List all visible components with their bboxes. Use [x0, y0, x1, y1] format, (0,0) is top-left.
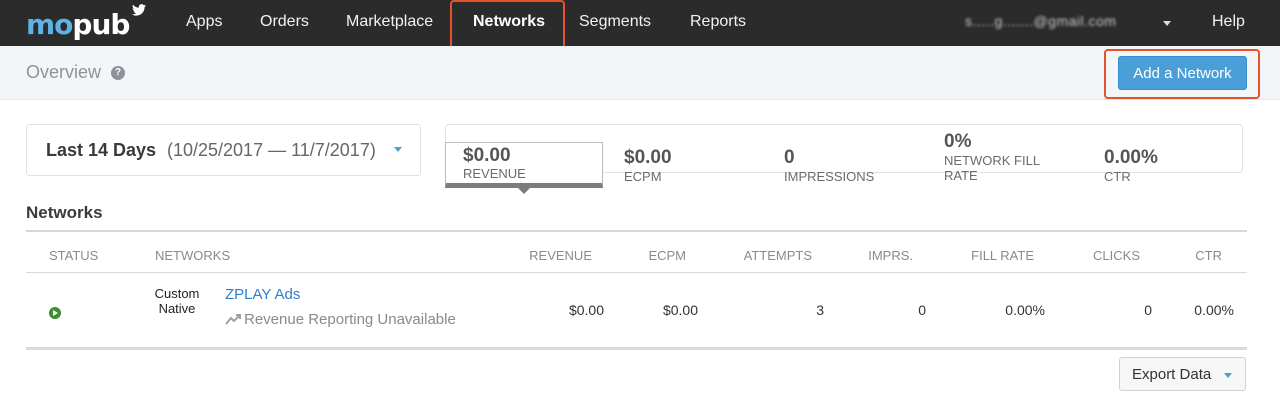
nav-orders[interactable]: Orders [260, 0, 309, 46]
nav-marketplace[interactable]: Marketplace [346, 0, 433, 46]
top-nav: mopub Apps Orders Marketplace Networks S… [0, 0, 1280, 46]
network-name-link[interactable]: ZPLAY Ads [225, 286, 300, 303]
add-network-highlight [1104, 49, 1260, 99]
column-header-fill-rate[interactable]: FILL RATE [971, 248, 1034, 263]
trend-chart-icon [225, 314, 241, 325]
column-header-networks[interactable]: NETWORKS [155, 248, 230, 263]
mopub-logo[interactable]: mopub [26, 4, 146, 41]
chevron-down-icon [1224, 373, 1232, 378]
column-header-ecpm[interactable]: ECPM [648, 248, 686, 263]
stat-label: IMPRESSIONS [784, 169, 875, 184]
column-header-ctr[interactable]: CTR [1195, 248, 1222, 263]
stat-label: REVENUE [463, 166, 526, 181]
overview-header: Overview ? Add a Network [0, 46, 1280, 100]
stat-value: 0% [944, 131, 972, 152]
revenue-reporting-status: Revenue Reporting Unavailable [225, 311, 456, 328]
stat-value: 0 [784, 147, 795, 168]
cell-imprs: 0 [918, 302, 926, 318]
stat-value: $0.00 [624, 147, 672, 168]
revenue-reporting-text: Revenue Reporting Unavailable [244, 311, 456, 328]
stat-ecpm[interactable]: $0.00 ECPM [624, 147, 672, 184]
selected-stat-arrow [517, 187, 531, 194]
twitter-bird-icon [132, 4, 146, 16]
nav-segments[interactable]: Segments [579, 0, 651, 46]
stat-network-fill-rate[interactable]: 0% NETWORK FILL RATE [944, 131, 1064, 183]
cell-revenue: $0.00 [568, 302, 604, 318]
column-header-clicks[interactable]: CLICKS [1093, 248, 1140, 263]
divider [26, 272, 1247, 273]
column-header-status[interactable]: STATUS [49, 248, 98, 263]
stat-label: ECPM [624, 169, 662, 184]
networks-tab-highlight [450, 0, 565, 49]
network-type: Custom Native [154, 286, 200, 316]
divider [26, 347, 1247, 350]
export-data-label: Export Data [1132, 366, 1212, 383]
play-icon[interactable] [49, 307, 61, 319]
cell-ecpm: $0.00 [662, 302, 698, 318]
help-icon[interactable]: ? [111, 66, 125, 80]
stat-label: NETWORK FILL RATE [944, 153, 1040, 183]
cell-attempts: 3 [816, 302, 824, 318]
column-header-revenue[interactable]: REVENUE [529, 248, 592, 263]
chevron-down-icon[interactable] [1163, 21, 1171, 26]
nav-reports[interactable]: Reports [690, 0, 746, 46]
cell-ctr: 0.00% [1194, 302, 1234, 318]
nav-help[interactable]: Help [1212, 0, 1245, 46]
divider [26, 230, 1247, 232]
stat-value: 0.00% [1104, 147, 1158, 168]
column-header-imprs[interactable]: IMPRS. [868, 248, 913, 263]
cell-fill-rate: 0.00% [1005, 302, 1045, 318]
stat-label: CTR [1104, 169, 1131, 184]
date-range-label: Last 14 Days [46, 140, 157, 160]
export-data-button[interactable]: Export Data [1119, 357, 1246, 391]
stat-value: $0.00 [463, 145, 511, 166]
stat-impressions[interactable]: 0 IMPRESSIONS [784, 147, 874, 184]
logo-text-mo: mo [26, 8, 73, 41]
chevron-down-icon [394, 147, 402, 152]
date-range-picker[interactable]: Last 14 Days (10/25/2017 — 11/7/2017) [26, 124, 421, 176]
page-title: Overview [26, 62, 102, 82]
cell-clicks: 0 [1144, 302, 1152, 318]
logo-text-pub: pub [72, 8, 130, 41]
column-header-attempts[interactable]: ATTEMPTS [744, 248, 812, 263]
account-email[interactable]: s.....g.......@gmail.com [965, 0, 1116, 46]
date-range-dates: (10/25/2017 — 11/7/2017) [167, 140, 376, 160]
nav-apps[interactable]: Apps [186, 0, 222, 46]
stat-revenue[interactable]: $0.00 REVENUE [463, 145, 526, 181]
networks-section-title: Networks [26, 203, 103, 222]
stat-ctr[interactable]: 0.00% CTR [1104, 147, 1158, 184]
